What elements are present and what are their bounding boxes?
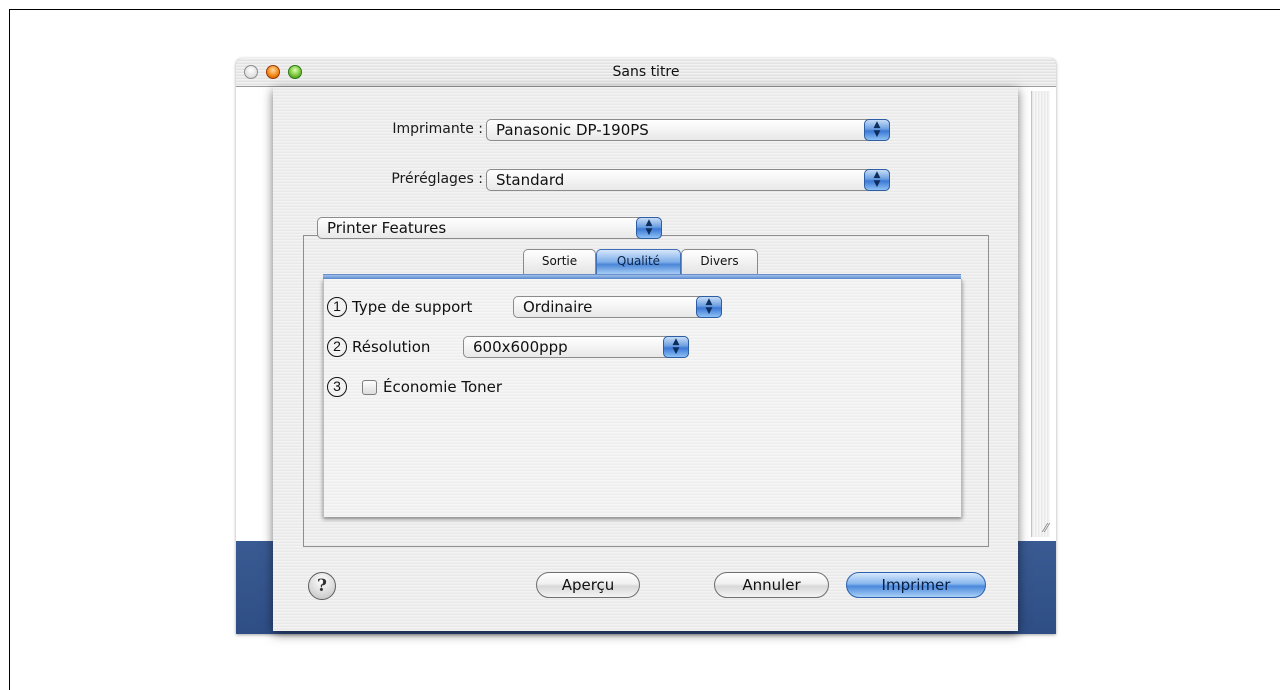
printer-label: Imprimante : bbox=[392, 121, 483, 137]
select-arrows-icon: ▲ ▼ bbox=[864, 119, 890, 141]
select-arrows-icon: ▲ ▼ bbox=[636, 217, 662, 239]
window-titlebar[interactable]: Sans titre bbox=[236, 58, 1056, 87]
media-type-select-value: Ordinaire bbox=[523, 298, 593, 316]
vertical-scrollbar[interactable] bbox=[1031, 91, 1050, 537]
callout-number-1: 1 bbox=[327, 297, 347, 317]
print-button[interactable]: Imprimer bbox=[846, 572, 986, 598]
help-button[interactable]: ? bbox=[308, 572, 336, 600]
presets-select[interactable]: Standard ▲ ▼ bbox=[486, 169, 890, 191]
panel-select-value: Printer Features bbox=[327, 219, 447, 237]
printer-select-value: Panasonic DP-190PS bbox=[496, 121, 649, 139]
presets-label: Préréglages : bbox=[391, 171, 483, 187]
cancel-button[interactable]: Annuler bbox=[714, 572, 829, 598]
toner-save-label: Économie Toner bbox=[383, 378, 503, 396]
tab-qualite[interactable]: Qualité bbox=[596, 249, 681, 274]
resize-grip-icon[interactable]: ⁄⁄ bbox=[1034, 521, 1048, 535]
preview-button[interactable]: Aperçu bbox=[536, 572, 640, 598]
media-type-label: Type de support bbox=[352, 298, 473, 316]
tab-divers[interactable]: Divers bbox=[681, 249, 758, 274]
select-arrows-icon: ▲ ▼ bbox=[663, 336, 689, 358]
callout-number-2: 2 bbox=[327, 337, 347, 357]
resolution-label: Résolution bbox=[352, 338, 431, 356]
presets-select-value: Standard bbox=[496, 171, 565, 189]
resolution-select-value: 600x600ppp bbox=[473, 338, 568, 356]
toner-save-checkbox[interactable] bbox=[362, 380, 377, 395]
quality-tab-panel: 1 Type de support Ordinaire ▲ ▼ 2 Résolut… bbox=[323, 279, 962, 517]
resolution-select[interactable]: 600x600ppp ▲ ▼ bbox=[463, 336, 689, 358]
select-arrows-icon: ▲ ▼ bbox=[696, 296, 722, 318]
printer-select[interactable]: Panasonic DP-190PS ▲ ▼ bbox=[486, 119, 890, 141]
print-dialog-sheet: Imprimante : Panasonic DP-190PS ▲ ▼ Préré… bbox=[273, 87, 1018, 631]
window-title: Sans titre bbox=[612, 64, 680, 80]
select-arrows-icon: ▲ ▼ bbox=[864, 169, 890, 191]
tab-sortie[interactable]: Sortie bbox=[523, 249, 596, 274]
panel-select[interactable]: Printer Features ▲ ▼ bbox=[317, 217, 662, 239]
callout-number-3: 3 bbox=[327, 377, 347, 397]
media-type-select[interactable]: Ordinaire ▲ ▼ bbox=[513, 296, 722, 318]
